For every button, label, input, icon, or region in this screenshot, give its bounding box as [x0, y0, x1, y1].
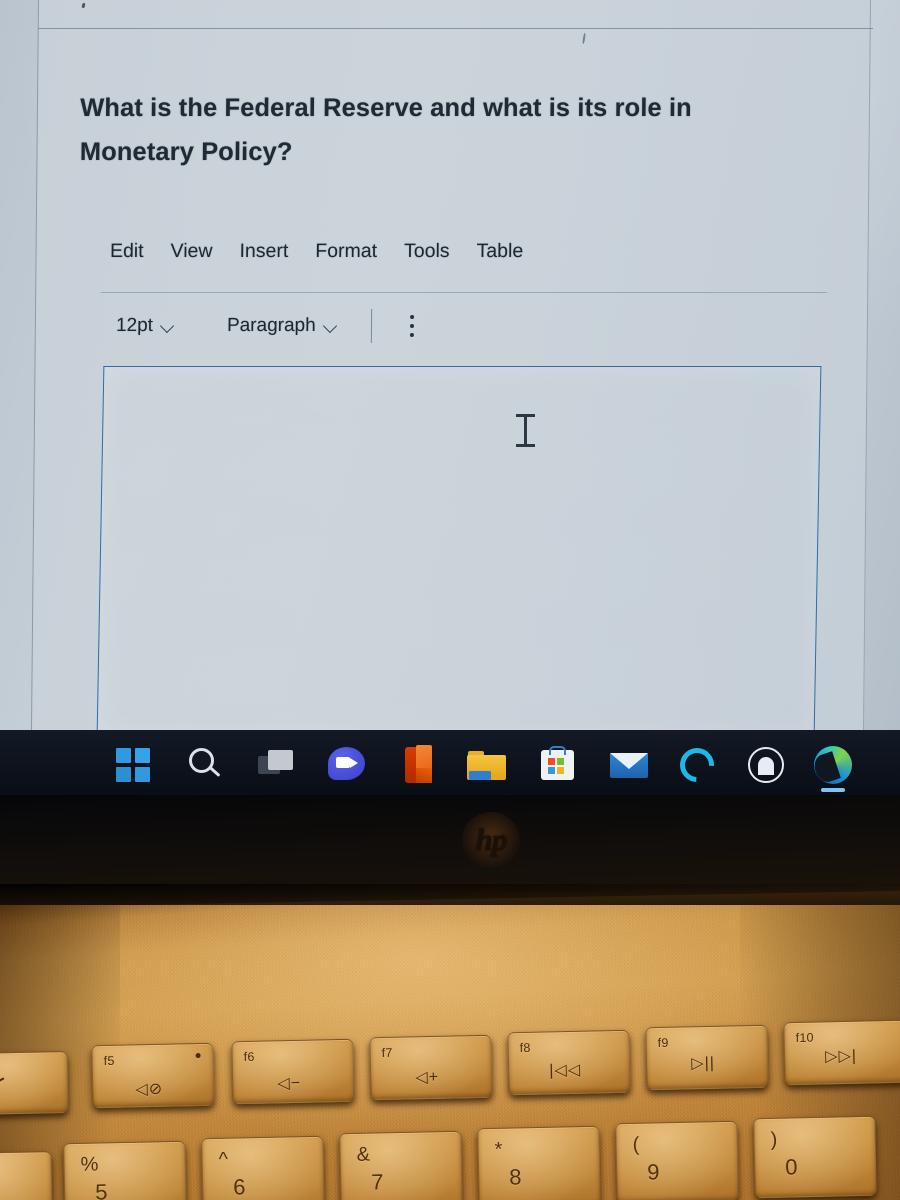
menu-item-format[interactable]: Format [315, 240, 391, 263]
menu-item-view[interactable]: View [171, 240, 227, 263]
amazon-home-icon[interactable] [745, 744, 787, 786]
menu-item-tools[interactable]: Tools [404, 240, 464, 263]
mute-icon: ◁⊘ [135, 1080, 164, 1099]
key-number-0[interactable]: ) 0 [753, 1115, 877, 1199]
search-icon[interactable] [184, 744, 226, 786]
more-options-button[interactable] [408, 313, 417, 339]
key-f10-next-track[interactable]: f10 ▷▷| [783, 1019, 900, 1086]
next-track-icon: ▷▷| [825, 1047, 858, 1066]
key-number-9[interactable]: ( 9 [615, 1120, 739, 1200]
text-cursor-ibeam [516, 414, 535, 448]
previous-track-icon: |◁◁ [549, 1061, 582, 1080]
key-f9-label: f9 [657, 1035, 669, 1051]
key-f6-volume-down[interactable]: f6 ◁− [231, 1038, 355, 1105]
key-number-8[interactable]: * 8 [477, 1125, 601, 1200]
key-f8-previous-track[interactable]: f8 |◁◁ [507, 1029, 631, 1096]
key-f5-label: f5 [103, 1053, 115, 1069]
key-f9-play-pause[interactable]: f9 ▷|| [645, 1024, 769, 1091]
editor-text-area[interactable] [96, 366, 822, 736]
chevron-down-icon [162, 320, 174, 332]
key-f5-mute[interactable]: f5 ◁⊘ [91, 1042, 215, 1109]
key-9-upper: ( [632, 1133, 640, 1156]
key-f7-volume-up[interactable]: f7 ◁+ [369, 1034, 493, 1101]
keyboard-backlight-icon [0, 1071, 5, 1094]
toolbar-divider [370, 309, 372, 343]
play-pause-icon: ▷|| [691, 1054, 716, 1073]
key-8-lower: 8 [508, 1164, 522, 1190]
document-content: What is the Federal Reserve and what is … [0, 0, 900, 736]
editor-menubar: Edit View Insert Format Tools Table [110, 240, 537, 263]
alexa-icon[interactable] [672, 740, 722, 790]
key-6-lower: 6 [232, 1174, 246, 1200]
menu-item-table[interactable]: Table [477, 240, 538, 263]
key-f8-label: f8 [519, 1040, 531, 1056]
kebab-dot [409, 315, 415, 320]
volume-up-icon: ◁+ [415, 1068, 440, 1087]
task-view-icon[interactable] [255, 744, 297, 786]
key-number-4[interactable] [0, 1151, 53, 1200]
key-8-upper: * [494, 1138, 503, 1161]
file-explorer-icon[interactable] [466, 744, 508, 786]
kebab-dot [409, 323, 415, 329]
chat-icon[interactable] [326, 744, 368, 786]
page-title: What is the Federal Reserve and what is … [79, 94, 692, 166]
key-6-upper: ^ [218, 1148, 229, 1171]
key-number-6[interactable]: ^ 6 [201, 1135, 325, 1200]
windows-taskbar [0, 730, 900, 798]
menu-item-insert[interactable]: Insert [239, 240, 302, 263]
key-5-upper: % [80, 1153, 99, 1176]
menu-item-edit[interactable]: Edit [110, 240, 158, 263]
key-f7-label: f7 [381, 1045, 393, 1061]
editor-toolbar: 12pt Paragraph [116, 309, 416, 343]
key-f4-keyboard-backlight[interactable] [0, 1051, 69, 1115]
key-9-lower: 9 [646, 1159, 660, 1185]
font-size-value: 12pt [115, 315, 154, 336]
key-number-7[interactable]: & 7 [339, 1130, 463, 1200]
kebab-dot [409, 332, 414, 337]
volume-down-icon: ◁− [277, 1074, 302, 1093]
hp-logo: hp [462, 812, 520, 868]
key-5-lower: 5 [94, 1179, 108, 1200]
block-format-dropdown[interactable]: Paragraph [227, 315, 337, 337]
key-7-upper: & [356, 1143, 371, 1166]
key-f10-label: f10 [795, 1030, 814, 1046]
microsoft-store-icon[interactable] [537, 744, 579, 786]
key-0-upper: ) [770, 1128, 778, 1151]
key-7-lower: 7 [370, 1169, 384, 1195]
mail-icon[interactable] [608, 744, 650, 786]
laptop-photo: What is the Federal Reserve and what is … [0, 0, 900, 1200]
chevron-down-icon [325, 320, 337, 332]
key-number-5[interactable]: % 5 [63, 1140, 187, 1200]
key-f6-label: f6 [243, 1049, 255, 1065]
menubar-divider [100, 292, 828, 293]
edge-icon[interactable] [811, 744, 854, 792]
key-0-lower: 0 [784, 1154, 798, 1180]
start-icon[interactable] [112, 744, 154, 786]
font-size-dropdown[interactable]: 12pt [116, 315, 174, 337]
mute-led [195, 1052, 201, 1059]
office-icon[interactable] [397, 744, 439, 786]
block-format-value: Paragraph [226, 315, 316, 336]
